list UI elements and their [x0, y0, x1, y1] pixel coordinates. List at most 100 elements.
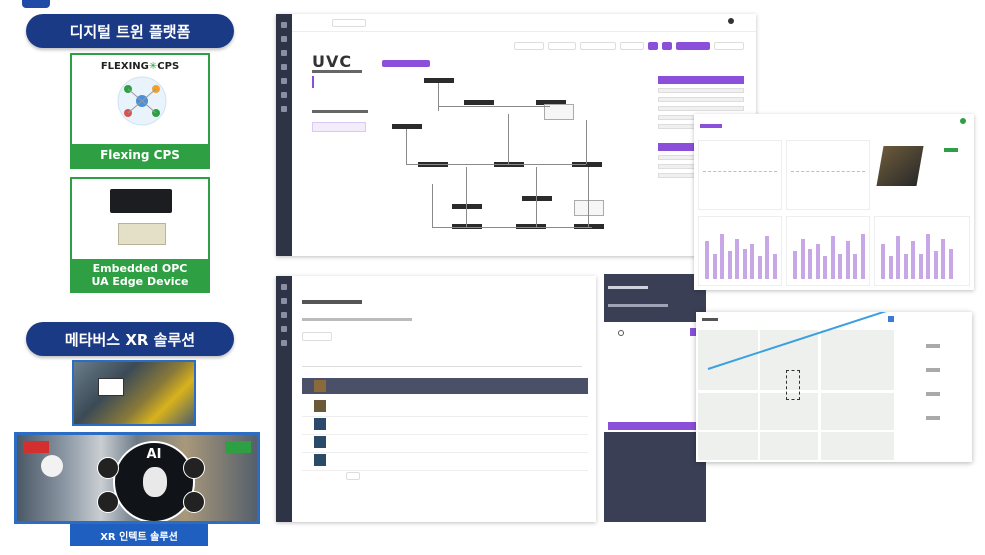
- user-avatar-icon[interactable]: [728, 18, 734, 24]
- toolbar-button[interactable]: [548, 42, 576, 50]
- chart-bar: [712, 254, 717, 279]
- table-header: [302, 366, 582, 367]
- line-chart-panel: [786, 140, 870, 210]
- device-3d-image: [876, 146, 924, 186]
- page-title: [302, 300, 362, 304]
- sidebar: [276, 14, 292, 256]
- monitoring-dashboard-window: [694, 114, 974, 290]
- xr-badge-green: [225, 441, 251, 453]
- filter-tab[interactable]: [336, 332, 364, 341]
- chart-bar: [896, 236, 900, 279]
- list-item[interactable]: [312, 76, 342, 88]
- metaverse-title: 메타버스 XR 솔루션: [26, 322, 234, 356]
- chart-bar: [742, 249, 747, 279]
- xr-caption: XR 인텍트 솔루션: [70, 524, 208, 546]
- page-size-select[interactable]: [346, 472, 360, 480]
- flexing-cps-card: FLEXING✳CPS Flexing CPS: [70, 53, 210, 169]
- process-node-selected[interactable]: [574, 200, 604, 216]
- sidebar: [276, 276, 292, 522]
- chart-bar: [765, 236, 769, 279]
- xr-bubble-icon: [183, 457, 205, 479]
- status-online-icon: [960, 118, 966, 124]
- xr-bubble-icon: [97, 457, 119, 479]
- properties-header: [658, 76, 744, 84]
- action-button[interactable]: [648, 42, 658, 50]
- topbar-dropdown[interactable]: [332, 19, 366, 27]
- toolbar-button[interactable]: [514, 42, 544, 50]
- row-thumbnail: [314, 400, 326, 412]
- row-thumbnail: [314, 418, 326, 430]
- toolbar-button[interactable]: [714, 42, 744, 50]
- chart-bar: [757, 256, 762, 279]
- chart-bar: [853, 254, 857, 279]
- row-thumbnail: [314, 436, 326, 448]
- chart-bar: [823, 256, 827, 279]
- marker-item[interactable]: [926, 344, 940, 348]
- location-markers: [786, 370, 800, 400]
- page-subtitle: [302, 318, 412, 321]
- marker-item[interactable]: [926, 392, 940, 396]
- chart-line: [703, 171, 777, 172]
- chart-bar: [881, 244, 885, 279]
- chart-line: [791, 171, 865, 172]
- opc-module-image: [118, 223, 166, 245]
- route-line: [707, 312, 890, 370]
- property-field[interactable]: [658, 106, 744, 111]
- confirm-button[interactable]: [608, 422, 702, 430]
- cps-logo: FLEXING✳CPS: [100, 61, 180, 72]
- chart-bar: [860, 234, 865, 279]
- canvas-tab[interactable]: [382, 60, 430, 67]
- edge-device-image: [110, 189, 172, 213]
- panel-list: [604, 322, 706, 432]
- property-field[interactable]: [658, 97, 744, 102]
- map-area[interactable]: [698, 312, 894, 460]
- property-field[interactable]: [658, 88, 744, 93]
- row-thumbnail: [314, 380, 326, 392]
- chart-bar: [750, 244, 754, 279]
- xr-ai-circle: AI: [113, 441, 195, 521]
- xr-overlay-panel: [98, 378, 124, 396]
- process-node[interactable]: [464, 100, 494, 105]
- marker-item[interactable]: [926, 368, 940, 372]
- chart-bar: [793, 251, 797, 279]
- process-node[interactable]: [424, 78, 454, 83]
- chart-bar: [800, 239, 805, 279]
- cps-network-icon: [117, 76, 167, 126]
- xr-badge-red: [23, 441, 49, 453]
- search-icon[interactable]: [618, 330, 624, 336]
- digital-twin-title: 디지털 트윈 플랫폼: [26, 14, 234, 48]
- chart-bar: [888, 256, 893, 279]
- top-bar: [292, 14, 756, 32]
- map-close-icon[interactable]: [888, 316, 894, 322]
- chart-bar: [941, 239, 945, 279]
- primary-action-button[interactable]: [676, 42, 710, 50]
- map-sidebar: [898, 330, 968, 460]
- edge-caption: Embedded OPC UA Edge Device: [72, 259, 208, 291]
- ai-face-icon: [143, 467, 167, 497]
- marker-item[interactable]: [926, 416, 940, 420]
- bar-chart-panel: [874, 216, 970, 286]
- chart-bar: [911, 241, 915, 279]
- chart-bar: [808, 249, 812, 279]
- chart-bar: [727, 251, 732, 279]
- chart-bar: [838, 254, 842, 279]
- process-node[interactable]: [392, 124, 422, 129]
- toolbar-button[interactable]: [620, 42, 644, 50]
- toolbar-button[interactable]: [580, 42, 616, 50]
- filter-tab[interactable]: [302, 332, 332, 341]
- table-row-selected[interactable]: [302, 378, 588, 394]
- status-badge: [944, 148, 958, 152]
- list-item-selected[interactable]: [312, 122, 366, 132]
- process-node[interactable]: [452, 204, 482, 209]
- device-panel: [876, 136, 970, 216]
- dashboard-logo: [700, 124, 722, 128]
- list-heading: [312, 110, 368, 113]
- process-node[interactable]: [522, 196, 552, 201]
- process-editor-window: UVC: [276, 14, 756, 256]
- worker-helmet: [41, 455, 63, 477]
- xr-factory-photo: AI: [14, 432, 260, 524]
- action-button[interactable]: [662, 42, 672, 50]
- list-heading: [312, 70, 362, 73]
- edge-device-card: Embedded OPC UA Edge Device: [70, 177, 210, 293]
- chart-bar: [830, 236, 835, 279]
